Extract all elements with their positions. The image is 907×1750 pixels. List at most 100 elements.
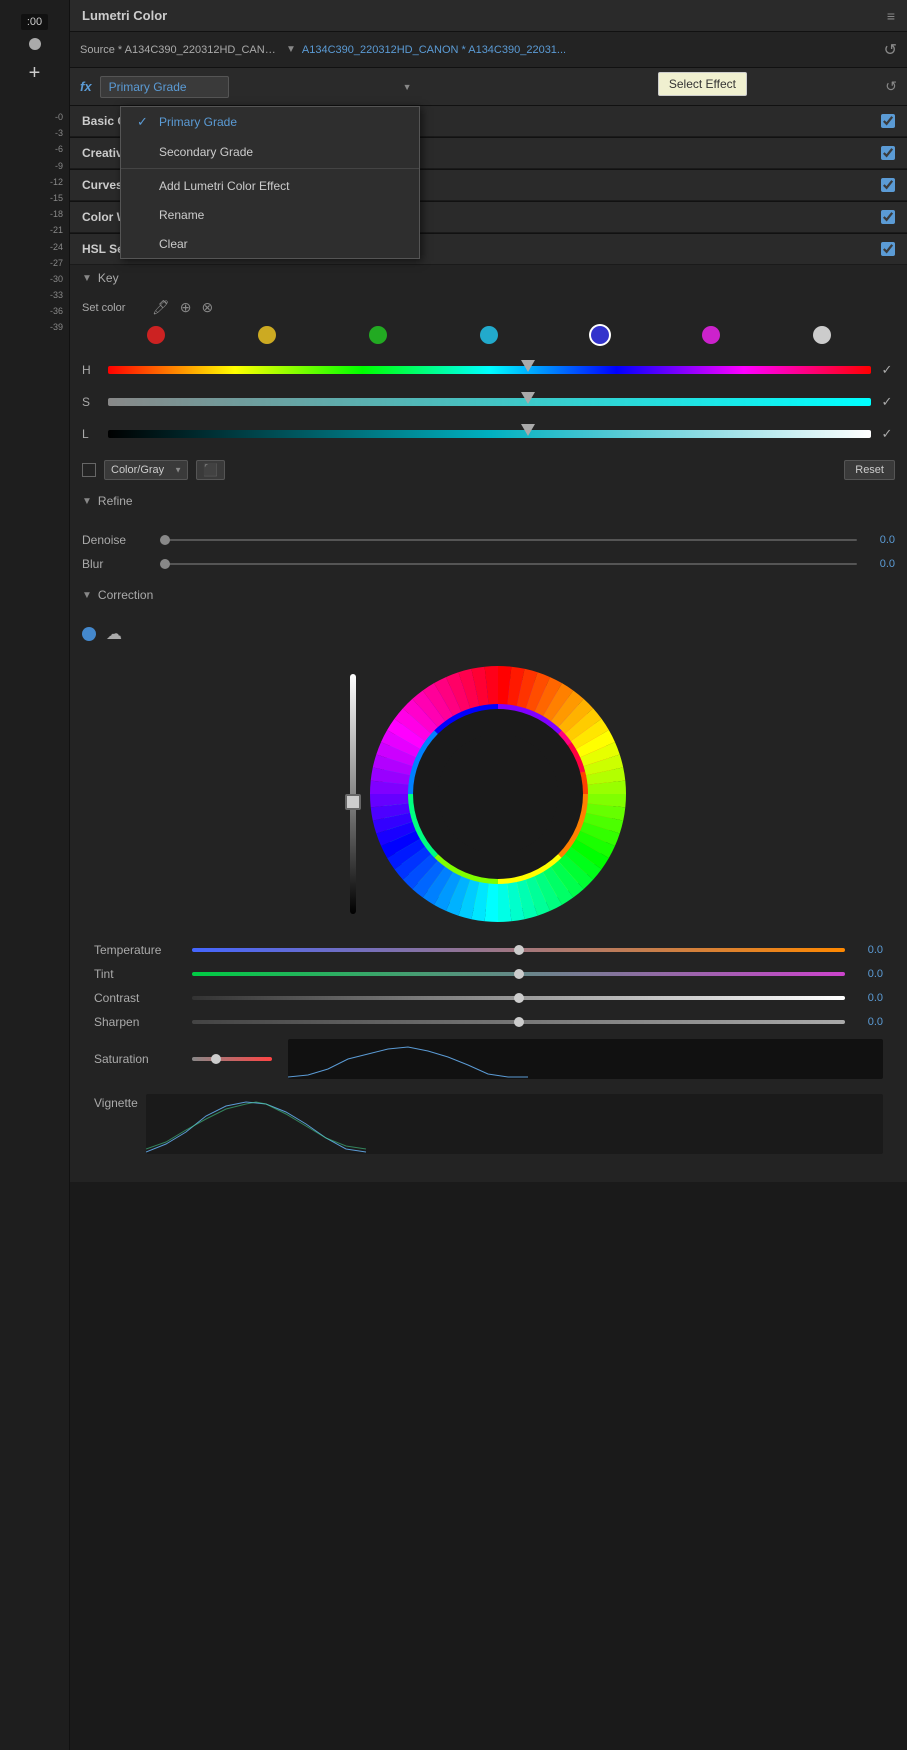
color-dot-blue[interactable] [591,326,609,344]
color-dot-white[interactable] [813,326,831,344]
sat-slider-thumb[interactable] [521,392,535,404]
saturation-thumb[interactable] [211,1054,221,1064]
marker-24: -24 [0,239,69,255]
temperature-slider-track[interactable] [192,948,845,952]
fx-dropdown-wrap[interactable]: Primary Grade Secondary Grade [100,76,420,98]
correction-circle-icon[interactable] [82,627,96,641]
creative-checkbox[interactable] [881,146,895,160]
tint-thumb[interactable] [514,969,524,979]
vertical-slider-thumb[interactable] [345,794,361,810]
contrast-thumb[interactable] [514,993,524,1003]
temperature-value: 0.0 [853,944,883,956]
blur-slider-thumb[interactable] [160,559,170,569]
color-dot-yellow[interactable] [258,326,276,344]
hue-check[interactable]: ✓ [879,362,895,378]
marker-0: -0 [0,109,69,125]
fx-dropdown[interactable]: Primary Grade Secondary Grade [100,76,229,98]
color-dot-purple[interactable] [702,326,720,344]
color-wheel-wrap [82,654,895,934]
dropdown-item-primary-grade[interactable]: ✓ Primary Grade [121,107,419,137]
sharpen-thumb[interactable] [514,1017,524,1027]
saturation-slider-track[interactable] [192,1057,272,1061]
dropdown-label-primary: Primary Grade [159,115,237,129]
contrast-label: Contrast [94,991,184,1005]
lum-check[interactable]: ✓ [879,426,895,442]
sat-slider-row: S ✓ [70,388,907,416]
color-wheel[interactable] [368,664,628,924]
set-color-add-button[interactable]: ⊕ [180,299,192,316]
saturation-label: Saturation [94,1052,184,1066]
sat-slider-track [108,398,871,406]
dropdown-item-clear[interactable]: Clear [121,229,419,258]
color-wheel-vertical-slider[interactable] [350,674,356,914]
color-gray-row: Color/Gray Color Gray ⬛ Reset [70,452,907,488]
hue-slider-track-wrap[interactable] [108,360,871,380]
marker-15: -15 [0,190,69,206]
left-timeline-panel: :00 + -0 -3 -6 -9 -12 -15 -18 -21 -24 -2… [0,0,70,1750]
denoise-slider-track[interactable] [160,539,857,541]
correction-subsection-label: Correction [98,588,153,602]
key-subsection-header[interactable]: ▼ Key [70,265,907,291]
reset-button[interactable]: Reset [844,460,895,480]
blur-slider-track[interactable] [160,563,857,565]
set-color-label: Set color [82,302,142,314]
marker-33: -33 [0,287,69,303]
main-panel: Lumetri Color ≡ Source * A134C390_220312… [70,0,907,1750]
dropdown-item-secondary-grade[interactable]: Secondary Grade [121,137,419,166]
dropdown-item-rename[interactable]: Rename [121,200,419,229]
tint-value: 0.0 [853,968,883,980]
refine-chevron-icon: ▼ [82,496,92,507]
source-dropdown-arrow[interactable]: ▼ [286,44,296,55]
blur-label: Blur [82,557,152,571]
temperature-thumb[interactable] [514,945,524,955]
color-gray-select-wrap[interactable]: Color/Gray Color Gray [104,460,188,480]
curves-checkbox[interactable] [881,178,895,192]
color-dot-green[interactable] [369,326,387,344]
set-color-pen-button[interactable]: 🖊 [152,299,170,316]
key-subsection-label: Key [98,271,119,285]
dropdown-check-secondary [137,144,151,159]
correction-subsection-header[interactable]: ▼ Correction [70,582,907,608]
color-dot-cyan[interactable] [480,326,498,344]
basic-correction-checkbox[interactable] [881,114,895,128]
fx-reset-button[interactable]: ↺ [885,78,897,95]
dropdown-item-add-effect[interactable]: Add Lumetri Color Effect [121,171,419,200]
select-effect-tooltip: Select Effect [658,72,747,96]
correction-person-icon[interactable]: ☁ [106,624,122,644]
color-gray-select[interactable]: Color/Gray Color Gray [104,460,188,480]
vignette-section: Vignette [82,1088,895,1164]
panel-top-bar: Lumetri Color ≡ [70,0,907,32]
tint-slider-track[interactable] [192,972,845,976]
color-wheels-checkbox[interactable] [881,210,895,224]
vignette-label: Vignette [94,1094,138,1110]
expand-button[interactable]: ⬛ [196,460,225,480]
source-bar: Source * A134C390_220312HD_CANON.MXF ▼ A… [70,32,907,68]
temperature-label: Temperature [94,943,184,957]
sat-check[interactable]: ✓ [879,394,895,410]
hue-slider-thumb[interactable] [521,360,535,372]
temperature-row: Temperature 0.0 [94,938,883,962]
refine-subsection-label: Refine [98,494,133,508]
refine-subsection-header[interactable]: ▼ Refine [70,488,907,514]
blur-value: 0.0 [865,558,895,570]
panel-menu-icon[interactable]: ≡ [887,8,895,24]
source-reset-button[interactable]: ↺ [884,40,897,60]
color-dots-row [70,326,907,344]
marker-12: -12 [0,174,69,190]
set-color-remove-button[interactable]: ⊗ [202,299,214,316]
color-dot-red[interactable] [147,326,165,344]
denoise-slider-thumb[interactable] [160,535,170,545]
lum-slider-thumb[interactable] [521,424,535,436]
add-button[interactable]: + [29,62,41,85]
sharpen-slider-track[interactable] [192,1020,845,1024]
sat-slider-track-wrap[interactable] [108,392,871,412]
marker-6: -6 [0,141,69,157]
color-gray-checkbox[interactable] [82,463,96,477]
contrast-slider-track[interactable] [192,996,845,1000]
sharpen-label: Sharpen [94,1015,184,1029]
param-sliders-section: Temperature 0.0 Tint 0.0 C [82,934,895,1088]
lum-slider-track-wrap[interactable] [108,424,871,444]
hsl-secondary-checkbox[interactable] [881,242,895,256]
refine-section: Denoise 0.0 Blur 0.0 [70,522,907,582]
saturation-graph-svg [288,1039,883,1079]
